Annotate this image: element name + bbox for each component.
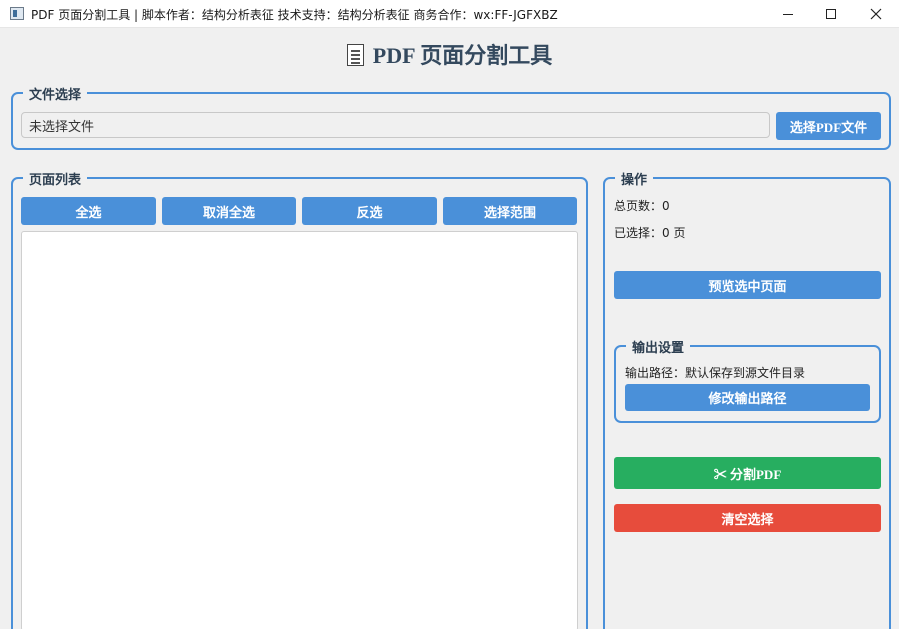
- change-output-path-button[interactable]: 修改输出路径: [625, 384, 870, 411]
- operations-title: 操作: [615, 169, 654, 188]
- total-pages-label: 总页数：0: [614, 199, 670, 213]
- output-settings-group: 输出设置 输出路径：默认保存到源文件目录 修改输出路径: [614, 337, 881, 423]
- minimize-icon: [783, 13, 793, 15]
- split-pdf-button[interactable]: ✂ 分割PDF: [614, 457, 881, 489]
- document-icon: [346, 44, 364, 66]
- page-list-group: 页面列表 全选 取消全选 反选 选择范围: [11, 169, 588, 629]
- window-titlebar: PDF 页面分割工具 | 脚本作者：结构分析表征 技术支持：结构分析表征 商务合…: [0, 0, 899, 28]
- page-title: PDF 页面分割工具: [372, 43, 553, 68]
- minimize-button[interactable]: [765, 0, 811, 28]
- output-settings-title: 输出设置: [626, 337, 691, 356]
- deselect-all-button[interactable]: 取消全选: [162, 197, 296, 225]
- invert-selection-button[interactable]: 反选: [302, 197, 437, 225]
- select-range-button[interactable]: 选择范围: [443, 197, 577, 225]
- page-list[interactable]: [21, 231, 578, 629]
- selected-count-label: 已选择：0 页: [614, 226, 686, 240]
- select-all-button[interactable]: 全选: [21, 197, 156, 225]
- preview-selected-button[interactable]: 预览选中页面: [614, 271, 881, 299]
- close-icon: [870, 8, 882, 20]
- file-selection-group: 文件选择 未选择文件 选择PDF文件: [11, 84, 891, 150]
- maximize-icon: [826, 9, 836, 19]
- maximize-button[interactable]: [808, 0, 854, 28]
- clear-selection-button[interactable]: 清空选择: [614, 504, 881, 532]
- operations-group: 操作 总页数：0 已选择：0 页 预览选中页面 输出设置 输出路径：默认保存到源…: [603, 169, 891, 629]
- page-heading: PDF 页面分割工具: [0, 38, 899, 70]
- output-path-label: 输出路径：默认保存到源文件目录: [625, 366, 806, 380]
- file-selection-title: 文件选择: [23, 84, 88, 103]
- app-icon: [10, 7, 24, 20]
- window-title: PDF 页面分割工具 | 脚本作者：结构分析表征 技术支持：结构分析表征 商务合…: [31, 8, 558, 22]
- selected-file-field[interactable]: 未选择文件: [21, 112, 770, 138]
- select-pdf-button[interactable]: 选择PDF文件: [776, 112, 881, 140]
- selected-file-value: 未选择文件: [29, 119, 95, 135]
- close-button[interactable]: [853, 0, 899, 28]
- page-list-title: 页面列表: [23, 169, 88, 188]
